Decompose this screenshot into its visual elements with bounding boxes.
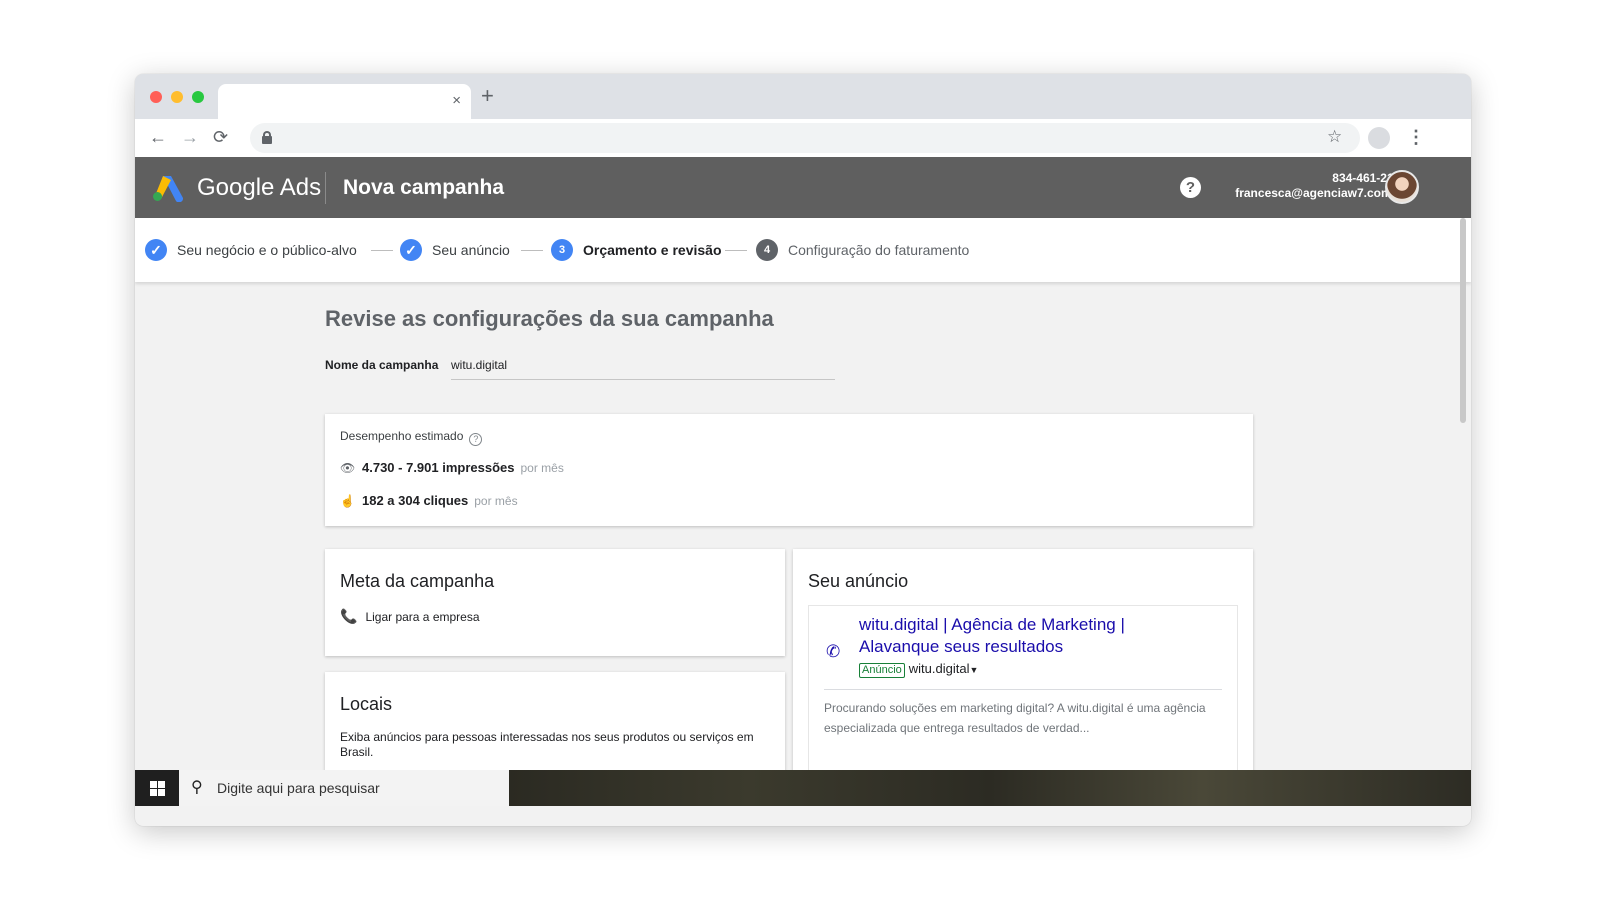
goal-title: Meta da campanha — [340, 571, 495, 591]
browser-window: × + ← → ⟳ ☆ ⋮ Google Ads Nova campanha ?… — [135, 74, 1471, 826]
impressions-period: por mês — [520, 461, 564, 475]
account-phone: 834-461-2145 — [1332, 171, 1407, 185]
ad-card-title: Seu anúncio — [808, 571, 909, 591]
performance-title-text: Desempenho estimado — [340, 429, 464, 443]
close-window-button[interactable] — [150, 91, 162, 103]
bookmark-star-icon[interactable]: ☆ — [1327, 127, 1342, 147]
page-title: Nova campanha — [343, 176, 505, 199]
search-icon: ⚲ — [191, 779, 203, 796]
review-heading: Revise as configurações da sua campanha — [325, 306, 774, 331]
clicks-period: por mês — [474, 494, 518, 508]
google-ads-brand[interactable]: Google Ads — [197, 174, 321, 202]
taskbar-background — [509, 770, 1471, 806]
step-label: Configuração do faturamento — [788, 242, 970, 258]
avatar[interactable] — [1385, 170, 1419, 204]
lock-icon — [262, 131, 272, 144]
profile-icon[interactable] — [1368, 127, 1390, 149]
step-connector — [521, 250, 543, 251]
scrollbar-thumb[interactable] — [1460, 218, 1466, 423]
header-divider — [325, 172, 326, 204]
google-ads-header: Google Ads Nova campanha ? 834-461-2145 … — [135, 157, 1471, 218]
browser-toolbar: ← → ⟳ ☆ ⋮ — [135, 119, 1471, 157]
step-label: Orçamento e revisão — [583, 242, 722, 258]
campaign-goal-card[interactable]: Meta da campanha 📞 Ligar para a empresa — [325, 549, 785, 656]
step-connector — [725, 250, 747, 251]
step-budget-review[interactable]: 3 Orçamento e revisão — [551, 238, 722, 262]
step-label: Seu negócio e o público-alvo — [177, 242, 357, 258]
ad-divider — [824, 689, 1222, 690]
step-business-audience[interactable]: ✓ Seu negócio e o público-alvo — [145, 238, 357, 262]
browser-tab[interactable]: × — [218, 84, 471, 119]
ad-url-row: Anúncio witu.digital▼ — [859, 661, 978, 678]
performance-card: Desempenho estimado? 👁 4.730 - 7.901 impr… — [325, 414, 1253, 526]
ad-display-url: witu.digital — [908, 661, 970, 676]
reload-icon[interactable]: ⟳ — [213, 125, 228, 149]
step-your-ad[interactable]: ✓ Seu anúncio — [400, 238, 510, 262]
ad-preview: ✆ witu.digital | Agência de Marketing | … — [808, 605, 1238, 792]
check-icon: ✓ — [400, 239, 422, 261]
step-billing-setup[interactable]: 4 Configuração do faturamento — [756, 238, 969, 262]
goal-item-label: Ligar para a empresa — [365, 610, 480, 624]
taskbar-search-placeholder: Digite aqui para pesquisar — [217, 780, 380, 796]
eye-icon: 👁 — [340, 461, 356, 475]
ad-headline[interactable]: witu.digital | Agência de Marketing | Al… — [859, 614, 1159, 658]
campaign-name-field[interactable]: witu.digital — [451, 357, 507, 373]
dropdown-arrow-icon[interactable]: ▼ — [969, 665, 978, 675]
account-info[interactable]: 834-461-2145 francesca@agenciaw7.com.br — [1235, 171, 1407, 201]
windows-start-button[interactable] — [135, 770, 179, 806]
google-ads-logo-icon — [153, 176, 184, 202]
tab-strip: × + — [135, 74, 1471, 119]
locations-description: Exiba anúncios para pessoas interessadas… — [340, 730, 754, 759]
step-number-badge: 3 — [551, 239, 573, 261]
taskbar-search-box[interactable]: ⚲ Digite aqui para pesquisar — [179, 770, 509, 806]
clicks-metric: ☝ 182 a 304 cliques por mês — [340, 492, 518, 510]
pointer-icon: ☝ — [340, 494, 355, 508]
account-email: francesca@agenciaw7.com.br — [1235, 186, 1407, 200]
minimize-window-button[interactable] — [171, 91, 183, 103]
impressions-metric: 👁 4.730 - 7.901 impressões por mês — [340, 459, 564, 477]
windows-logo-icon — [149, 780, 165, 796]
windows-taskbar: ⚲ Digite aqui para pesquisar — [135, 770, 1471, 806]
browser-menu-icon[interactable]: ⋮ — [1407, 127, 1425, 147]
ad-badge: Anúncio — [859, 663, 905, 678]
info-icon[interactable]: ? — [469, 433, 483, 446]
help-icon[interactable]: ? — [1180, 177, 1201, 198]
address-bar[interactable] — [250, 123, 1360, 153]
check-icon: ✓ — [145, 239, 167, 261]
campaign-name-underline — [451, 379, 835, 380]
performance-title: Desempenho estimado? — [340, 428, 483, 446]
impressions-value: 4.730 - 7.901 impressões — [362, 460, 515, 475]
locations-title: Locais — [340, 694, 393, 714]
ad-card[interactable]: Seu anúncio ✆ witu.digital | Agência de … — [793, 549, 1253, 792]
step-number-badge: 4 — [756, 239, 778, 261]
clicks-value: 182 a 304 cliques — [362, 493, 469, 508]
new-tab-button[interactable]: + — [481, 85, 494, 107]
tab-close-icon[interactable]: × — [452, 92, 461, 110]
ad-description: Procurando soluções em marketing digital… — [824, 701, 1206, 735]
step-label: Seu anúncio — [432, 242, 510, 258]
back-icon[interactable]: ← — [149, 125, 167, 149]
campaign-name-label: Nome da campanha — [325, 358, 439, 372]
goal-item: 📞 Ligar para a empresa — [340, 608, 480, 625]
phone-icon: ✆ — [826, 642, 841, 661]
forward-icon[interactable]: → — [181, 125, 199, 149]
step-connector — [371, 250, 393, 251]
maximize-window-button[interactable] — [192, 91, 204, 103]
phone-call-icon: 📞 — [340, 608, 358, 624]
